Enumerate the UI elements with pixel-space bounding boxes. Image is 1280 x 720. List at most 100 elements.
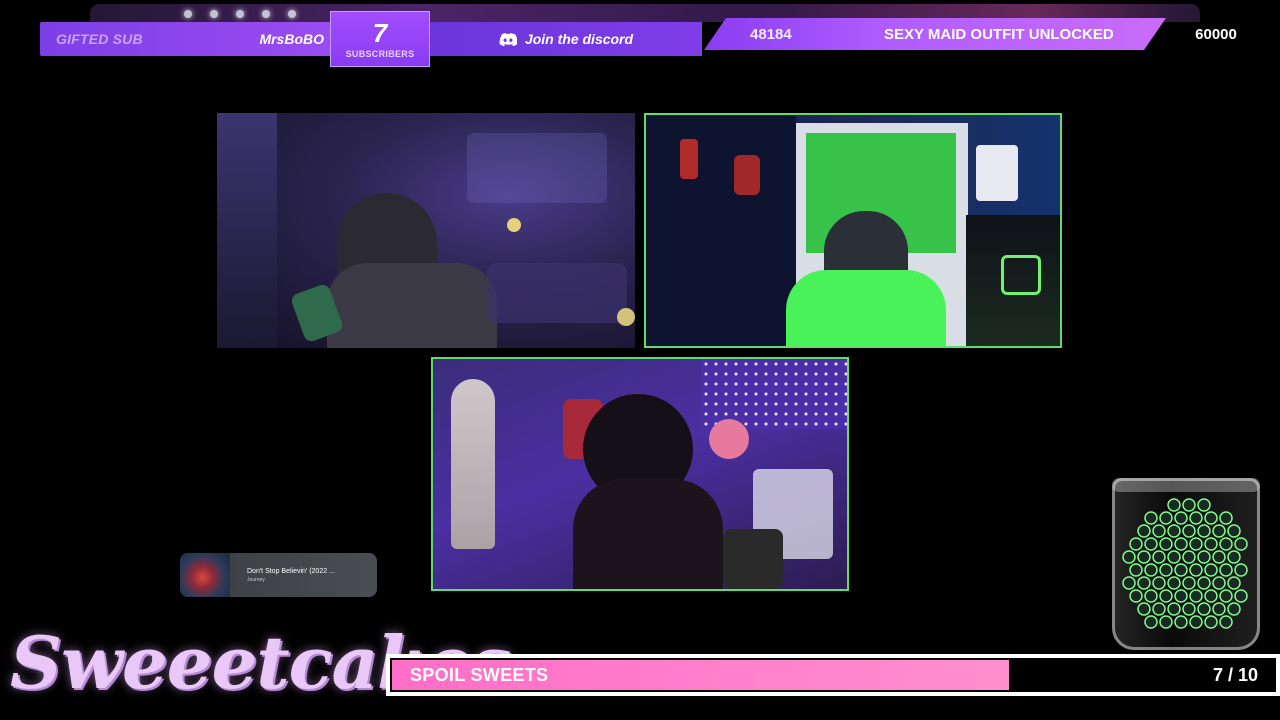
discord-text: Join the discord: [524, 31, 634, 47]
plush-icon: [709, 419, 749, 459]
candy-icon: [1144, 511, 1158, 525]
candy-icon: [1197, 550, 1211, 564]
candy-icon: [1182, 524, 1196, 538]
candy-icon: [1144, 615, 1158, 629]
candy-icon: [1159, 511, 1173, 525]
candy-icon: [1227, 602, 1241, 616]
candy-icon: [1182, 550, 1196, 564]
now-playing-widget: Don't Stop Believin' (2022 ... Journey: [180, 553, 377, 597]
candy-icon: [1204, 615, 1218, 629]
candy-icon: [1212, 602, 1226, 616]
jar-rim: [1112, 478, 1260, 492]
candy-icon: [1227, 524, 1241, 538]
streamer-body: [786, 270, 946, 346]
candy-icon: [1204, 589, 1218, 603]
discord-banner: Join the discord: [430, 22, 702, 56]
candy-icon: [1159, 589, 1173, 603]
candy-icon: [1137, 524, 1151, 538]
song-artist: Journey: [247, 576, 265, 583]
candy-icon: [1174, 615, 1188, 629]
candy-icon: [1144, 563, 1158, 577]
candy-icon: [1219, 511, 1233, 525]
candy-icon: [1182, 498, 1196, 512]
streamer-body: [327, 263, 497, 348]
poster: [976, 145, 1018, 201]
candy-icon: [1174, 563, 1188, 577]
balloon-icon: [617, 308, 635, 326]
gifted-sub-user: MrsBoBO: [259, 31, 324, 47]
candy-icon: [1212, 524, 1226, 538]
stocking-icon: [734, 155, 760, 195]
camera-feed-bottom: [431, 357, 849, 591]
discord-icon: [499, 32, 517, 46]
candy-icon: [1227, 550, 1241, 564]
candy-icon: [1167, 498, 1181, 512]
candy-icon: [1152, 576, 1166, 590]
candy-icon: [1234, 563, 1248, 577]
candy-icon: [1159, 615, 1173, 629]
candy-icon: [1159, 537, 1173, 551]
candy-icon: [1227, 576, 1241, 590]
candy-icon: [1212, 550, 1226, 564]
stocking-icon: [680, 139, 698, 179]
candy-icon: [1167, 602, 1181, 616]
light-curtain: [701, 359, 847, 429]
candy-icon: [1122, 550, 1136, 564]
candy-icon: [1204, 511, 1218, 525]
candy-icon: [1204, 563, 1218, 577]
desk: [487, 263, 627, 323]
candy-icon: [1167, 524, 1181, 538]
gifted-sub-alert: GIFTED SUB MrsBoBO: [40, 22, 332, 56]
candy-icon: [1167, 550, 1181, 564]
candy-icon: [1122, 576, 1136, 590]
candy-icon: [1137, 550, 1151, 564]
wall-panel: [217, 113, 277, 348]
candy-icon: [1144, 589, 1158, 603]
candy-icon: [1197, 524, 1211, 538]
candy-icon: [1152, 524, 1166, 538]
goal-current: 48184: [750, 25, 792, 43]
candy-icon: [1137, 602, 1151, 616]
goal-target: 60000: [1195, 25, 1237, 43]
light-icon: [184, 10, 192, 18]
candy-jar-contents: [1122, 498, 1248, 629]
candy-icon: [1189, 615, 1203, 629]
candy-jar-icon: [1112, 478, 1260, 650]
light-icon: [210, 10, 218, 18]
wall-panel: [646, 115, 796, 346]
skeleton-decoration: [451, 379, 495, 549]
candy-icon: [1219, 589, 1233, 603]
candy-icon: [1234, 589, 1248, 603]
goal-banner: 48184 SEXY MAID OUTFIT UNLOCKED: [704, 18, 1166, 50]
wall-sign: [467, 133, 607, 203]
candy-icon: [1129, 589, 1143, 603]
candy-icon: [1167, 576, 1181, 590]
progress-label: SPOIL SWEETS: [410, 665, 549, 685]
candy-icon: [1219, 537, 1233, 551]
candy-icon: [1197, 498, 1211, 512]
light-icon: [262, 10, 270, 18]
candy-icon: [1234, 537, 1248, 551]
candy-icon: [1197, 576, 1211, 590]
chair: [723, 529, 783, 589]
candy-icon: [1159, 563, 1173, 577]
candy-icon: [1174, 511, 1188, 525]
candy-icon: [1219, 615, 1233, 629]
goal-text: SEXY MAID OUTFIT UNLOCKED: [884, 25, 1114, 43]
camera-feed-left: [217, 113, 635, 348]
candy-icon: [1129, 563, 1143, 577]
song-title: Don't Stop Believin' (2022 ...: [247, 567, 335, 575]
light-icon: [236, 10, 244, 18]
subscriber-count: 7: [372, 18, 388, 48]
candy-icon: [1189, 563, 1203, 577]
kick-logo-icon: [1001, 255, 1041, 295]
candy-icon: [1182, 602, 1196, 616]
candy-icon: [1197, 602, 1211, 616]
progress-count: 7 / 10: [1212, 665, 1258, 685]
balloon-icon: [507, 218, 521, 232]
subscriber-counter: 7 SUBSCRIBERS: [330, 11, 430, 67]
streamer-body: [573, 479, 723, 589]
candy-icon: [1189, 511, 1203, 525]
candy-icon: [1174, 589, 1188, 603]
subscriber-caption: SUBSCRIBERS: [345, 49, 415, 59]
